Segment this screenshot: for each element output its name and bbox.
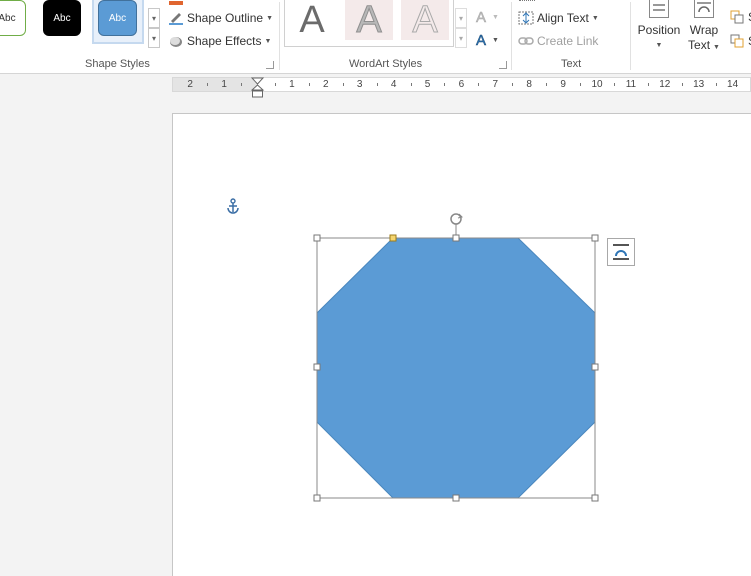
ruler-tick xyxy=(546,83,548,86)
ruler-label: 11 xyxy=(625,79,637,90)
wrap-text-button[interactable]: Wrap Text ▼ xyxy=(686,0,722,55)
wrap-text-icon xyxy=(694,0,714,18)
shape-fill-icon xyxy=(168,0,184,8)
ruler-label: 3 xyxy=(356,79,363,90)
ruler-tick xyxy=(241,83,243,86)
wordart-styles-group-label: WordArt Styles xyxy=(349,58,423,70)
ruler-label: 7 xyxy=(492,79,499,90)
resize-handle-ne[interactable] xyxy=(591,234,599,242)
resize-handle-w[interactable] xyxy=(313,363,321,371)
shape-style-swatch-green[interactable]: Abc xyxy=(0,0,26,36)
ruler-label: 4 xyxy=(390,79,397,90)
ruler-label: 1 xyxy=(289,79,295,90)
position-icon xyxy=(649,0,669,18)
shape-outline-button[interactable]: Shape Outline ▼ xyxy=(168,11,273,25)
text-fill-icon: A xyxy=(476,9,487,27)
ruler-label: 2 xyxy=(323,79,329,90)
pen-icon xyxy=(168,11,184,25)
shape-style-swatch-black[interactable]: Abc xyxy=(43,0,81,36)
create-link-button[interactable]: Create Link xyxy=(518,34,598,48)
shape-styles-more-button[interactable]: ▾ xyxy=(148,8,160,28)
resize-handle-se[interactable] xyxy=(591,494,599,502)
text-effects-icon: A xyxy=(476,32,487,50)
chevron-down-icon: ▼ xyxy=(713,44,720,51)
chevron-down-icon: ▼ xyxy=(266,14,273,22)
link-icon xyxy=(518,34,534,48)
ruler-margin-shade xyxy=(173,78,257,91)
ruler-tick xyxy=(512,83,514,86)
wordart-style-outline[interactable]: A xyxy=(401,0,449,40)
chevron-down-icon: ▼ xyxy=(591,14,599,22)
ruler-tick xyxy=(613,83,615,86)
align-text-button[interactable]: Align Text ▼ xyxy=(518,11,599,25)
align-text-icon xyxy=(518,11,534,25)
ruler-tick xyxy=(410,83,412,86)
ruler-tick xyxy=(444,83,446,86)
ruler-label: 5 xyxy=(424,79,431,90)
group-divider xyxy=(511,2,512,70)
ruler-tick xyxy=(681,83,683,86)
wordart-more-button[interactable]: ▾ xyxy=(455,8,467,28)
ruler-label: 1 xyxy=(221,79,227,90)
wordart-expand-button[interactable]: ▾ xyxy=(455,28,467,48)
ribbon: Abc Abc Abc ▾ ▾ Shape Outline ▼ Shape Ef… xyxy=(0,0,751,74)
anchor-icon xyxy=(227,198,239,214)
bring-forward-button-partial[interactable]: S xyxy=(729,10,751,24)
resize-handle-sw[interactable] xyxy=(313,494,321,502)
layout-options-button[interactable] xyxy=(607,238,635,266)
wordart-style-gray[interactable]: A xyxy=(288,0,336,40)
ruler-label: 14 xyxy=(727,79,739,90)
shape-styles-group-label: Shape Styles xyxy=(85,58,150,70)
resize-handle-e[interactable] xyxy=(591,363,599,371)
shape-effects-button[interactable]: Shape Effects ▼ xyxy=(168,34,271,48)
ruler-label: 13 xyxy=(693,79,705,90)
wordart-style-light[interactable]: A xyxy=(345,0,393,40)
ruler-tick xyxy=(207,83,209,86)
wordart-dialog-launcher[interactable] xyxy=(499,61,507,69)
shape-fill-button[interactable] xyxy=(168,0,187,8)
layout-options-icon xyxy=(613,244,629,260)
text-direction-partial xyxy=(519,0,535,3)
ruler-tick xyxy=(274,83,276,86)
resize-handle-n[interactable] xyxy=(452,234,460,242)
shape-style-swatch-blue[interactable]: Abc xyxy=(98,0,137,36)
ruler-tick xyxy=(478,83,480,86)
shape-effects-icon xyxy=(168,34,184,48)
ruler-tick xyxy=(342,83,344,86)
ruler-label: 2 xyxy=(187,79,193,90)
ruler-tick xyxy=(647,83,649,86)
text-group-label: Text xyxy=(561,58,582,70)
ruler-tick xyxy=(376,83,378,86)
text-effects-button[interactable]: A ▼ xyxy=(476,32,499,50)
ruler-tick xyxy=(715,83,717,86)
indent-markers[interactable] xyxy=(251,77,265,99)
bring-forward-icon xyxy=(729,10,745,24)
resize-handle-nw[interactable] xyxy=(313,234,321,242)
chevron-down-icon: ▼ xyxy=(492,14,499,21)
chevron-down-icon: ▼ xyxy=(264,37,272,45)
adjustment-handle[interactable] xyxy=(389,234,397,242)
ruler-label: 9 xyxy=(560,79,566,90)
ruler-label: 10 xyxy=(591,79,603,90)
ruler-label: 6 xyxy=(458,79,465,90)
octagon-shape[interactable] xyxy=(316,237,596,499)
chevron-down-icon: ▼ xyxy=(492,37,499,44)
group-divider xyxy=(630,2,631,70)
position-button[interactable]: Position ▼ xyxy=(637,0,681,53)
text-fill-button[interactable]: A ▼ xyxy=(476,9,499,27)
ruler-tick xyxy=(580,83,582,86)
shape-styles-dialog-launcher[interactable] xyxy=(266,61,274,69)
ruler-tick xyxy=(308,83,310,86)
send-backward-icon xyxy=(729,34,745,48)
send-backward-button-partial[interactable]: S xyxy=(729,34,751,48)
chevron-down-icon: ▼ xyxy=(655,42,663,49)
resize-handle-s[interactable] xyxy=(452,494,460,502)
shape-styles-expand-button[interactable]: ▾ xyxy=(148,28,160,48)
group-divider xyxy=(279,2,280,70)
ruler-label: 8 xyxy=(526,79,532,90)
ruler-label: 12 xyxy=(659,79,671,90)
